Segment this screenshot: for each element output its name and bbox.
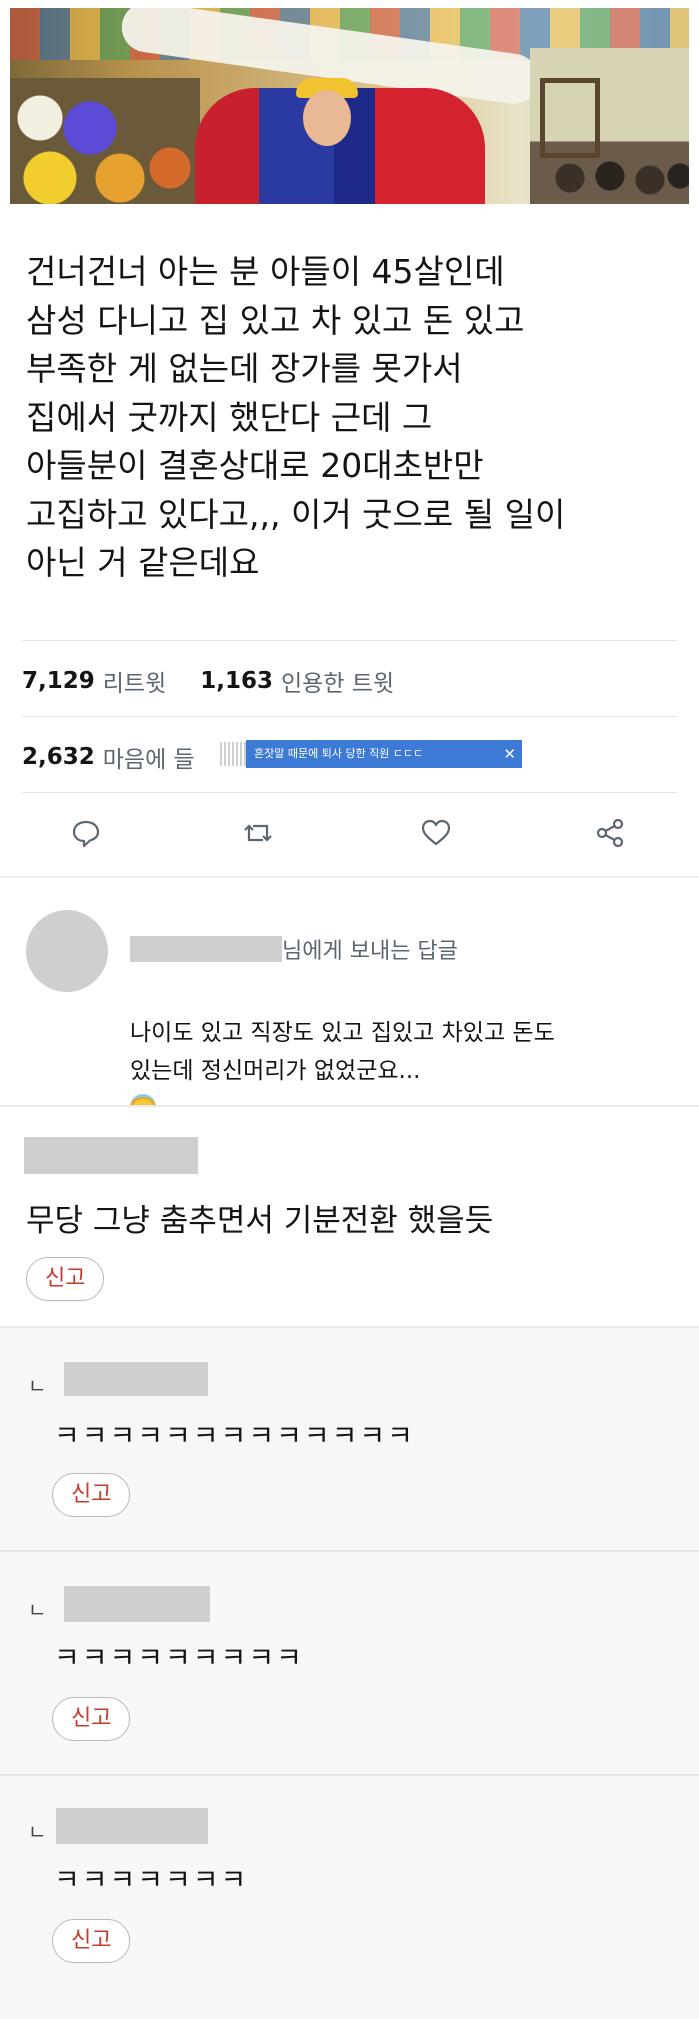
reply-tweet-text: 나이도 있고 직장도 있고 집있고 차있고 돈도 있는데 정신머리가 없었군요.…	[130, 1020, 555, 1084]
redacted-nickname	[56, 1808, 208, 1844]
report-button[interactable]: 신고	[26, 1257, 105, 1301]
report-button[interactable]: 신고	[52, 1919, 131, 1963]
reply-mark: ㄴ	[28, 1820, 47, 1844]
redacted-nickname	[24, 1137, 198, 1174]
retweet-button[interactable]	[240, 816, 276, 850]
photo-frame	[540, 78, 600, 158]
reply-mark: ㄴ	[28, 1374, 47, 1398]
reply-to-header: 님에게 보내는 답글	[130, 933, 458, 965]
divider	[22, 792, 677, 793]
like-button[interactable]	[418, 816, 454, 850]
heart-icon	[421, 819, 451, 846]
retweet-count[interactable]: 7,129	[22, 668, 95, 694]
comment-text: ㅋㅋㅋㅋㅋㅋㅋㅋㅋ	[54, 1641, 304, 1674]
reply-bubble-icon	[72, 820, 100, 848]
comment-reply: ㄴ ㅋㅋㅋㅋㅋㅋㅋㅋㅋ 신고	[0, 1552, 699, 1776]
comment-text: ㅋㅋㅋㅋㅋㅋㅋ	[54, 1863, 249, 1896]
retweet-label[interactable]: 리트윗	[103, 664, 166, 698]
photo-audience	[550, 158, 689, 204]
divider	[22, 716, 677, 717]
like-label[interactable]: 마음에 들	[103, 740, 195, 774]
likes-row: 2,632 마음에 들	[22, 740, 195, 774]
like-count[interactable]: 2,632	[22, 744, 95, 770]
ad-text[interactable]: 혼잣말 때문에 퇴사 당한 직원 ㄷㄷㄷ	[254, 747, 423, 760]
reply-button[interactable]	[68, 816, 104, 850]
tweet-photo[interactable]	[10, 8, 689, 204]
reply-mark: ㄴ	[28, 1598, 47, 1622]
reply-to-label: 님에게 보내는 답글	[282, 939, 458, 964]
redacted-username	[130, 936, 282, 962]
section-divider	[0, 876, 699, 878]
share-button[interactable]	[592, 816, 628, 850]
comment: 무당 그냥 춤추면서 기분전환 했을듯 신고	[0, 1105, 699, 1328]
comment-reply: ㄴ ㅋㅋㅋㅋㅋㅋㅋ 신고	[0, 1776, 699, 2019]
report-button[interactable]: 신고	[52, 1697, 131, 1741]
ad-banner[interactable]: 혼잣말 때문에 퇴사 당한 직원 ㄷㄷㄷ ✕	[246, 740, 522, 768]
report-button[interactable]: 신고	[52, 1473, 131, 1517]
tweet-action-bar	[22, 808, 677, 858]
quote-count[interactable]: 1,163	[200, 668, 273, 694]
share-icon	[596, 818, 624, 848]
divider	[22, 640, 677, 641]
tweet-stats-row: 7,129 리트윗 1,163 인용한 트윗	[22, 664, 394, 698]
comment-text: ㅋㅋㅋㅋㅋㅋㅋㅋㅋㅋㅋㅋㅋ	[54, 1419, 415, 1452]
photo-shaman-face	[303, 90, 351, 146]
tweet-text: 건너건너 아는 분 아들이 45살인데 삼성 다니고 집 있고 차 있고 돈 있…	[26, 252, 566, 582]
ad-placeholder	[220, 742, 248, 766]
redacted-nickname	[64, 1362, 208, 1396]
comment-text: 무당 그냥 춤추면서 기분전환 했을듯	[26, 1203, 494, 1239]
photo-offering-table	[10, 78, 200, 204]
retweet-icon	[244, 824, 272, 842]
quote-label[interactable]: 인용한 트윗	[281, 664, 394, 698]
redacted-nickname	[64, 1586, 210, 1622]
comment-reply: ㄴ ㅋㅋㅋㅋㅋㅋㅋㅋㅋㅋㅋㅋㅋ 신고	[0, 1328, 699, 1552]
avatar[interactable]	[26, 910, 108, 992]
ad-close-icon[interactable]: ✕	[503, 740, 516, 768]
